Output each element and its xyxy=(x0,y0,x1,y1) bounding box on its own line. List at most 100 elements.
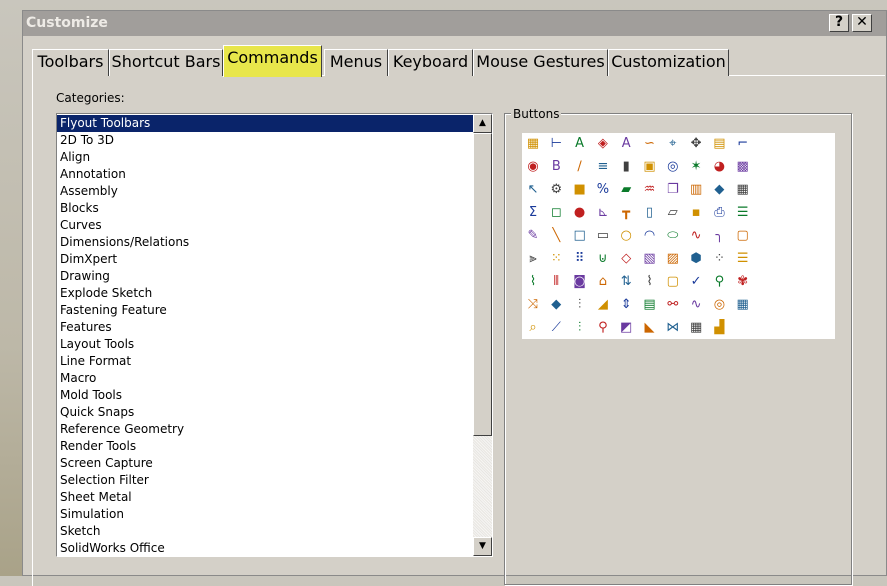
hook-icon[interactable]: ✾ xyxy=(734,273,752,291)
pattern-icon[interactable]: ⁙ xyxy=(547,250,565,268)
category-item[interactable]: Screen Capture xyxy=(57,455,473,472)
curve-icon[interactable]: ∿ xyxy=(687,227,705,245)
temp-icon[interactable]: ⫶ xyxy=(571,319,589,337)
copy-icon[interactable]: ❐ xyxy=(664,181,682,199)
category-item[interactable]: SolidWorks Office xyxy=(57,540,473,556)
ellipse-icon[interactable]: ⬭ xyxy=(664,227,682,245)
sensor-icon[interactable]: ⚲ xyxy=(594,319,612,337)
shuffle-icon[interactable]: ⤨ xyxy=(524,296,542,314)
select-icon[interactable]: ↖ xyxy=(524,181,542,199)
rectangle-icon[interactable]: □ xyxy=(571,227,589,245)
category-item[interactable]: Selection Filter xyxy=(57,472,473,489)
category-item[interactable]: Sheet Metal xyxy=(57,489,473,506)
plot-icon[interactable]: ◣ xyxy=(641,319,659,337)
category-item[interactable]: Render Tools xyxy=(57,438,473,455)
slot-icon[interactable]: ▭ xyxy=(594,227,612,245)
report-icon[interactable]: ▤ xyxy=(641,296,659,314)
spring-icon[interactable]: ⌇ xyxy=(641,273,659,291)
bold-italic-icon[interactable]: B xyxy=(547,158,565,176)
stack-icon[interactable]: ☰ xyxy=(734,250,752,268)
dots-icon[interactable]: ⁘ xyxy=(710,250,728,268)
category-item[interactable]: Dimensions/Relations xyxy=(57,234,473,251)
ribbon-icon[interactable]: ♒ xyxy=(641,181,659,199)
graph-icon[interactable]: ⊾ xyxy=(594,204,612,222)
scroll-up-button[interactable]: ▲ xyxy=(473,114,492,133)
probe-icon[interactable]: ✓ xyxy=(687,273,705,291)
heat-icon[interactable]: ⇕ xyxy=(617,296,635,314)
tab-mouse-gestures[interactable]: Mouse Gestures xyxy=(473,49,608,76)
category-item[interactable]: Mold Tools xyxy=(57,387,473,404)
tab-commands[interactable]: Commands xyxy=(223,45,322,77)
paste-icon[interactable]: ▥ xyxy=(687,181,705,199)
zoom-icon[interactable]: ⌕ xyxy=(524,319,542,337)
book-icon[interactable]: ▰ xyxy=(617,181,635,199)
tab-customization[interactable]: Customization xyxy=(608,49,729,76)
motion-icon[interactable]: ⚲ xyxy=(710,273,728,291)
category-item[interactable]: Fastening Feature xyxy=(57,302,473,319)
mesh-grid-icon[interactable]: ▦ xyxy=(687,319,705,337)
sketch-text-icon[interactable]: ∕ xyxy=(571,158,589,176)
category-item[interactable]: Sketch xyxy=(57,523,473,540)
arc-icon[interactable]: ◠ xyxy=(641,227,659,245)
category-item[interactable]: Quick Snaps xyxy=(57,404,473,421)
star-icon[interactable]: ✶ xyxy=(687,158,705,176)
globe-icon[interactable]: ◉ xyxy=(524,158,542,176)
new-file-icon[interactable]: ▯ xyxy=(641,204,659,222)
origin-icon[interactable]: ⌖ xyxy=(664,135,682,153)
category-item[interactable]: DimXpert xyxy=(57,251,473,268)
cube-color-icon[interactable]: ■ xyxy=(571,181,589,199)
save-icon[interactable]: ▪ xyxy=(687,204,705,222)
frame-icon[interactable]: ▣ xyxy=(641,158,659,176)
pencil-icon[interactable]: ✎ xyxy=(524,227,542,245)
frame-grid-icon[interactable]: ▦ xyxy=(734,296,752,314)
grid-icon[interactable]: ⠿ xyxy=(571,250,589,268)
lines-icon[interactable]: ≡ xyxy=(594,158,612,176)
house-icon[interactable]: ⌂ xyxy=(594,273,612,291)
checklist-icon[interactable]: ☰ xyxy=(734,204,752,222)
open-folder-icon[interactable]: ▱ xyxy=(664,204,682,222)
layer-icon[interactable]: ▧ xyxy=(641,250,659,268)
category-item[interactable]: Macro xyxy=(57,370,473,387)
sphere-icon[interactable]: ● xyxy=(571,204,589,222)
weld-icon[interactable]: ⌇ xyxy=(524,273,542,291)
cube-outline-icon[interactable]: ◻ xyxy=(547,204,565,222)
category-item[interactable]: Annotation xyxy=(57,166,473,183)
category-item[interactable]: Drawing xyxy=(57,268,473,285)
stairs-icon[interactable]: ⌐ xyxy=(734,135,752,153)
3d-box-icon[interactable]: ◈ xyxy=(594,135,612,153)
tab-keyboard[interactable]: Keyboard xyxy=(388,49,473,76)
bullseye-icon[interactable]: ◎ xyxy=(710,296,728,314)
print-icon[interactable]: ⎙ xyxy=(710,204,728,222)
box-icon[interactable]: ▢ xyxy=(734,227,752,245)
category-item[interactable]: Curves xyxy=(57,217,473,234)
category-item[interactable]: Reference Geometry xyxy=(57,421,473,438)
eraser-icon[interactable]: ◆ xyxy=(710,181,728,199)
category-item[interactable]: Blocks xyxy=(57,200,473,217)
circle-icon[interactable]: ○ xyxy=(617,227,635,245)
link-icon[interactable]: ⚯ xyxy=(664,296,682,314)
diamond-icon[interactable]: ◇ xyxy=(617,250,635,268)
scroll-thumb[interactable] xyxy=(473,133,492,436)
chart-icon[interactable]: ▮ xyxy=(617,158,635,176)
pipes-icon[interactable]: ⦀ xyxy=(547,273,565,291)
pie-icon[interactable]: ◕ xyxy=(710,158,728,176)
bars-icon[interactable]: ▟ xyxy=(710,319,728,337)
category-item[interactable]: 2D To 3D xyxy=(57,132,473,149)
percent-icon[interactable]: % xyxy=(594,181,612,199)
help-button[interactable]: ? xyxy=(829,14,849,32)
toolbar-icon[interactable]: ▦ xyxy=(524,135,542,153)
scroll-down-button[interactable]: ▼ xyxy=(473,537,492,556)
category-item[interactable]: Simulation xyxy=(57,506,473,523)
sphere-yellow-icon[interactable]: ⬢ xyxy=(687,250,705,268)
tab-shortcut-bars[interactable]: Shortcut Bars xyxy=(109,49,223,76)
cube-blue-icon[interactable]: ◆ xyxy=(547,296,565,314)
dimension-icon[interactable]: ⊢ xyxy=(547,135,565,153)
fill-icon[interactable]: ▨ xyxy=(664,250,682,268)
monitor-icon[interactable]: ▢ xyxy=(664,273,682,291)
tab-menus[interactable]: Menus xyxy=(324,49,388,76)
category-item[interactable]: Explode Sketch xyxy=(57,285,473,302)
category-item[interactable]: Flyout Toolbars xyxy=(57,115,473,132)
move-icon[interactable]: ✥ xyxy=(687,135,705,153)
bolt-icon[interactable]: ┳ xyxy=(617,204,635,222)
arrows-icon[interactable]: ⇅ xyxy=(617,273,635,291)
